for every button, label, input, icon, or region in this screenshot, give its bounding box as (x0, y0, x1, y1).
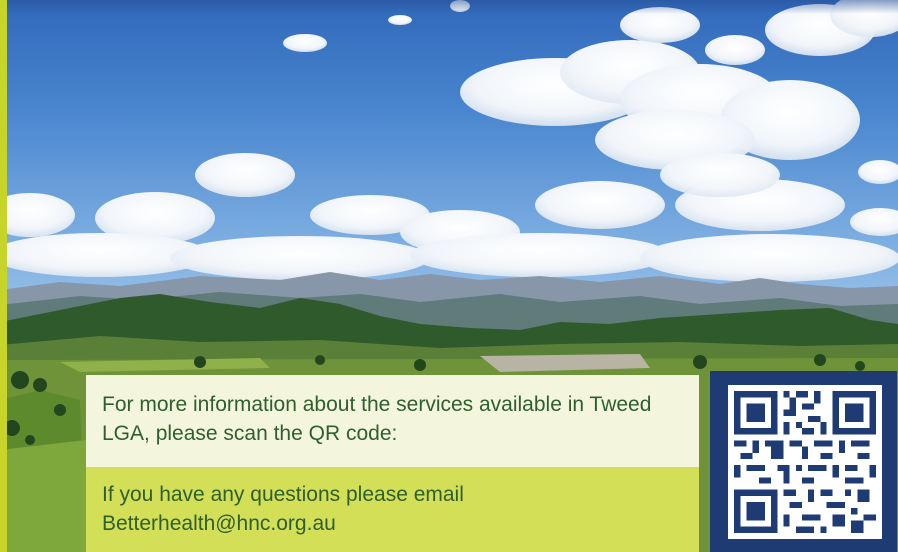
services-info-box: For more information about the services … (86, 375, 699, 467)
info-panel: For more information about the services … (86, 375, 699, 552)
top-shadow-band (7, 0, 898, 14)
services-info-text: For more information about the services … (102, 393, 652, 445)
contact-info-text: If you have any questions please email B… (102, 483, 464, 535)
contact-info-box: If you have any questions please email B… (86, 467, 699, 552)
accent-stripe (0, 0, 7, 552)
qr-code[interactable] (728, 385, 882, 539)
qr-code-frame (710, 371, 897, 552)
